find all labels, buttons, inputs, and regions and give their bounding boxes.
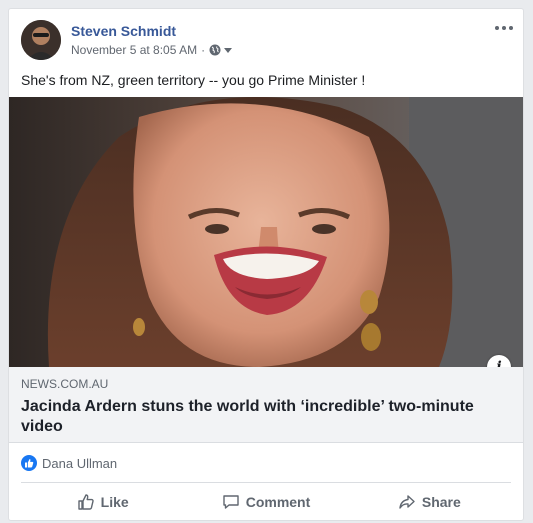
post-card: Steven Schmidt November 5 at 8:05 AM · S…: [8, 8, 524, 521]
share-button[interactable]: Share: [348, 485, 511, 519]
thumbs-up-icon: [77, 494, 94, 510]
comment-icon: [223, 495, 239, 509]
comment-label: Comment: [245, 494, 311, 510]
chevron-down-icon[interactable]: [224, 47, 233, 53]
like-button[interactable]: Like: [21, 485, 184, 519]
post-timestamp[interactable]: November 5 at 8:05 AM: [71, 43, 197, 57]
share-icon: [399, 495, 415, 509]
like-icon: [21, 455, 37, 471]
link-preview-meta[interactable]: NEWS.COM.AU Jacinda Ardern stuns the wor…: [9, 367, 523, 443]
link-domain: NEWS.COM.AU: [21, 377, 109, 391]
link-title[interactable]: Jacinda Ardern stuns the world with ‘inc…: [21, 397, 511, 437]
post-text: She's from NZ, green territory -- you go…: [21, 72, 366, 88]
reaction-names[interactable]: Dana Ullman: [42, 456, 117, 471]
author-name[interactable]: Steven Schmidt: [71, 23, 176, 39]
link-preview-image[interactable]: [9, 97, 523, 367]
more-options-icon[interactable]: [495, 23, 513, 33]
reactions-summary[interactable]: Dana Ullman: [21, 451, 117, 475]
globe-icon[interactable]: [209, 44, 221, 56]
divider: [21, 482, 511, 483]
share-label: Share: [421, 494, 461, 510]
comment-button[interactable]: Comment: [184, 485, 347, 519]
avatar[interactable]: [21, 20, 61, 60]
post-header: Steven Schmidt November 5 at 8:05 AM ·: [9, 9, 523, 69]
meta-separator: ·: [201, 43, 206, 57]
like-label: Like: [100, 494, 129, 510]
post-meta: November 5 at 8:05 AM ·: [71, 43, 233, 57]
post-actions: Like Comment Share: [21, 485, 511, 519]
